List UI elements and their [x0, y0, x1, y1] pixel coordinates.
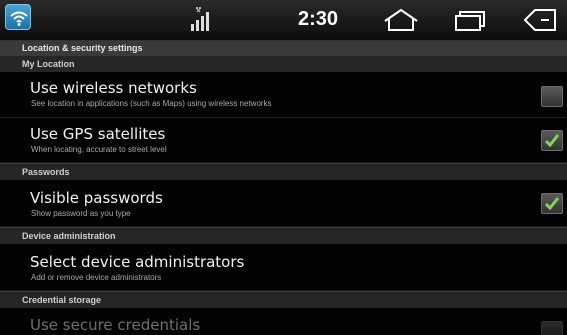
pref-summary: Add or remove device administrators: [31, 273, 162, 282]
checkmark-icon: [544, 197, 560, 211]
section-header-passwords: Passwords: [0, 163, 567, 180]
pref-summary: Show password as you type: [31, 209, 131, 218]
wireless-checkbox[interactable]: [541, 86, 563, 107]
secure-credentials-checkbox[interactable]: [541, 321, 563, 335]
section-header-my-location: My Location: [0, 55, 567, 72]
section-header-credential-storage: Credential storage: [0, 291, 567, 308]
status-bar: 2:30: [0, 0, 567, 41]
section-header-device-administration: Device administration: [0, 227, 567, 244]
pref-use-gps-satellites[interactable]: Use GPS satellites When locating, accura…: [0, 118, 567, 163]
wifi-icon: [5, 4, 31, 30]
pref-title: Use secure credentials: [30, 316, 201, 334]
back-icon[interactable]: [523, 8, 557, 36]
pref-use-secure-credentials[interactable]: Use secure credentials: [0, 308, 567, 335]
recent-apps-icon[interactable]: [453, 8, 487, 36]
pref-visible-passwords[interactable]: Visible passwords Show password as you t…: [0, 180, 567, 227]
pref-title: Select device administrators: [30, 253, 245, 271]
pref-title: Use GPS satellites: [30, 125, 166, 143]
visible-passwords-checkbox[interactable]: [541, 193, 563, 214]
signal-icon: [190, 6, 212, 36]
pref-title: Use wireless networks: [30, 79, 197, 97]
pref-title: Visible passwords: [30, 189, 163, 207]
status-clock: 2:30: [298, 8, 339, 30]
pref-use-wireless-networks[interactable]: Use wireless networks See location in ap…: [0, 72, 567, 118]
checkmark-icon: [544, 134, 560, 148]
pref-summary: When locating, accurate to street level: [31, 145, 167, 154]
home-icon[interactable]: [383, 8, 419, 36]
screen-title: Location & security settings: [0, 41, 567, 55]
gps-checkbox[interactable]: [541, 130, 563, 151]
pref-select-device-administrators[interactable]: Select device administrators Add or remo…: [0, 244, 567, 291]
pref-summary: See location in applications (such as Ma…: [31, 99, 272, 108]
